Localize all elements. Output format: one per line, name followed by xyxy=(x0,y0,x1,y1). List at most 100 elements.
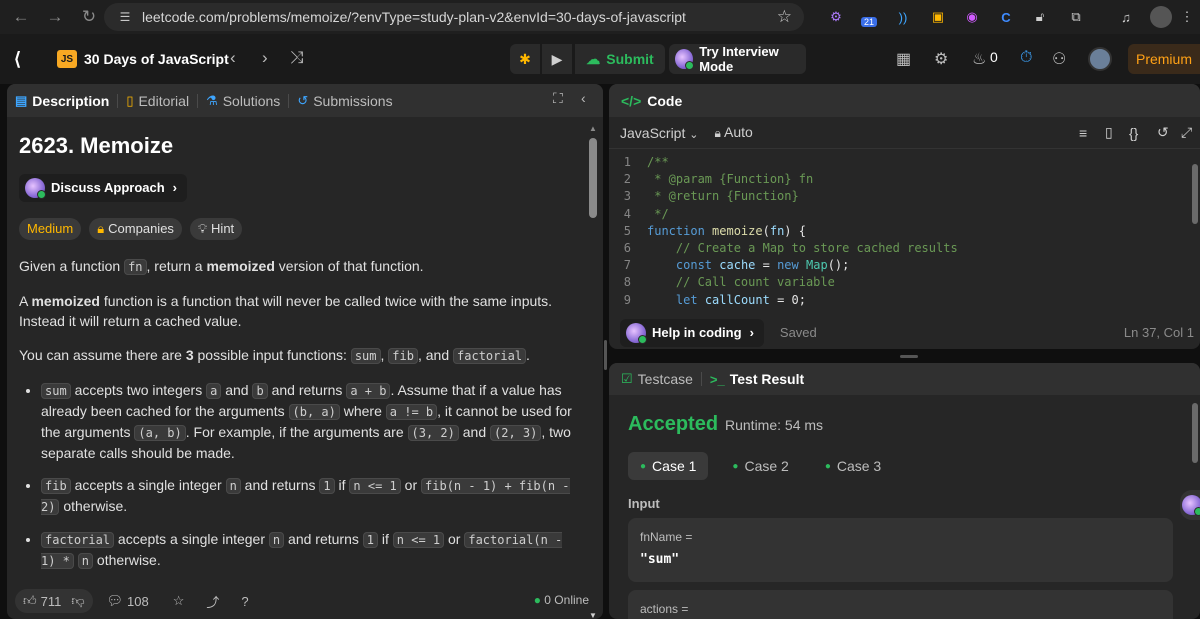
fullscreen-icon[interactable]: ⛶ xyxy=(553,90,563,107)
bookmark-star-icon[interactable]: ☆ xyxy=(777,7,792,27)
layout-grid-icon[interactable]: ▦ xyxy=(896,49,911,69)
tab-test-result[interactable]: >_ Test Result xyxy=(702,371,812,387)
case-tab[interactable]: ● Case 1 xyxy=(628,452,709,480)
hint-chip[interactable]: 💡︎ Hint xyxy=(189,218,243,240)
mode-label: Auto xyxy=(723,124,753,140)
code-line[interactable]: 6 // Create a Map to store cached result… xyxy=(609,240,1184,257)
thumbs-down-icon[interactable]: 👎︎ xyxy=(71,593,84,609)
back-icon[interactable]: ← xyxy=(8,4,34,30)
extension-lock-icon[interactable]: 🔓︎ xyxy=(1030,6,1050,28)
address-bar[interactable]: ☰ leetcode.com/problems/memoize/?envType… xyxy=(104,3,804,31)
debug-button[interactable]: ✱ xyxy=(510,44,540,74)
code-line[interactable]: 2 * @param {Function} fn xyxy=(609,171,1184,188)
code-line[interactable]: 4 */ xyxy=(609,206,1184,223)
case-tab[interactable]: ● Case 2 xyxy=(720,452,800,480)
case-tabs: ● Case 1 ● Case 2 ● Case 3 xyxy=(628,452,893,480)
add-friend-icon[interactable]: ⚇ xyxy=(1052,49,1066,69)
random-problem-icon[interactable]: ⤨ xyxy=(290,48,304,68)
code-line[interactable]: 8 // Call count variable xyxy=(609,274,1184,291)
language-label: JavaScript xyxy=(620,124,686,141)
extension-signal-icon[interactable]: )) xyxy=(893,6,913,28)
editor-scrollbar[interactable] xyxy=(1192,164,1198,224)
favorite-star-icon[interactable]: ☆ xyxy=(173,593,185,609)
bookmark-icon[interactable]: ▯ xyxy=(1105,124,1113,141)
line-number: 9 xyxy=(623,292,631,307)
settings-gear-icon[interactable]: ⚙ xyxy=(934,49,948,69)
premium-button[interactable]: Premium xyxy=(1128,44,1200,74)
floating-assistant[interactable] xyxy=(1180,490,1200,520)
course-title[interactable]: 30 Days of JavaScript xyxy=(84,51,229,67)
tab-submissions[interactable]: ↺ Submissions xyxy=(289,93,400,109)
line-text: * @return {Function} xyxy=(647,189,799,204)
media-control-icon[interactable]: ♫ xyxy=(1116,6,1136,28)
scroll-up-icon[interactable]: ▲ xyxy=(589,124,597,133)
code-editor[interactable]: 1/** 2 * @param {Function} fn 3 * @return … xyxy=(609,154,1184,309)
code-line[interactable]: 3 * @return {Function} xyxy=(609,188,1184,205)
line-number: 6 xyxy=(623,241,631,256)
problem-tags: Medium 🔒︎ Companies 💡︎ Hint xyxy=(19,218,579,240)
leetcode-logo-icon[interactable]: ⟨ xyxy=(14,49,34,69)
reload-icon[interactable]: ↻ xyxy=(76,4,102,30)
reset-icon[interactable]: ↺ xyxy=(1157,124,1169,141)
help-in-coding-button[interactable]: Help in coding › xyxy=(620,318,764,347)
extension-box-icon[interactable]: ▣ xyxy=(928,6,948,28)
streak-flame-icon[interactable]: ♨ xyxy=(972,49,986,69)
comment-icon[interactable]: 💬︎ xyxy=(107,593,124,609)
extension-circle-icon[interactable]: ◉ xyxy=(962,6,982,28)
interview-mode-button[interactable]: Try Interview Mode xyxy=(669,44,806,74)
description-scrollbar[interactable]: ▲ ▼ xyxy=(589,124,597,619)
collapse-panel-icon[interactable]: ‹ xyxy=(581,90,586,106)
code-line[interactable]: 1 /** xyxy=(609,154,1184,171)
auto-mode-toggle[interactable]: 🔒︎ Auto xyxy=(714,124,752,141)
submit-button[interactable]: ☁ Submit xyxy=(575,44,665,74)
extension-c-icon[interactable]: C xyxy=(996,6,1016,28)
pass-dot-icon: ● xyxy=(824,460,831,472)
case-tab[interactable]: ● Case 3 xyxy=(813,452,893,480)
braces-icon[interactable]: {} xyxy=(1129,125,1138,141)
format-icon[interactable]: ≡ xyxy=(1079,125,1087,141)
timer-icon[interactable]: ⏱ xyxy=(1020,49,1032,67)
field-name: actions = xyxy=(640,602,689,616)
problem-description: 2623. Memoize Discuss Approach › Medium … xyxy=(19,135,579,583)
browser-menu-icon[interactable]: ⋮ xyxy=(1180,6,1194,28)
tab-code[interactable]: Code xyxy=(647,93,682,109)
help-question-icon[interactable]: ? xyxy=(241,594,248,609)
interviewer-avatar-icon xyxy=(675,49,695,70)
discuss-label: Discuss Approach xyxy=(51,180,165,195)
scroll-thumb[interactable] xyxy=(589,138,597,218)
code-line[interactable]: 7 const cache = new Map(); xyxy=(609,257,1184,274)
case-label: Case 3 xyxy=(836,458,882,474)
language-select[interactable]: JavaScript ⌄ xyxy=(620,125,698,141)
share-icon[interactable]: ⤴ xyxy=(206,592,219,611)
horizontal-resize-handle[interactable] xyxy=(900,355,918,358)
app-header: ⟨ JS 30 Days of JavaScript ‹ › ⤨ ✱ ▶ ☁ S… xyxy=(0,34,1200,84)
forward-icon[interactable]: → xyxy=(42,4,68,30)
line-text: function memoize(fn) { xyxy=(647,223,806,238)
tab-testcase[interactable]: ☑ Testcase xyxy=(609,371,701,387)
expand-icon[interactable]: ⤢ xyxy=(1181,124,1192,141)
tab-description[interactable]: ▤ Description xyxy=(7,93,117,109)
prev-problem-icon[interactable]: ‹ xyxy=(230,48,236,68)
thumbs-up-icon[interactable]: 👍︎ xyxy=(23,593,37,609)
tab-solutions[interactable]: ⚗ Solutions xyxy=(198,93,288,109)
code-line[interactable]: 9 let callCount = 0; xyxy=(609,292,1184,309)
vertical-resize-handle[interactable] xyxy=(604,340,607,370)
tab-editorial[interactable]: ▯ Editorial xyxy=(118,93,197,109)
extension-badge-icon[interactable]: 21 xyxy=(858,6,880,28)
extensions-puzzle-icon[interactable]: ⧉ xyxy=(1066,6,1086,28)
code-line[interactable]: 5 function memoize(fn) { xyxy=(609,223,1184,240)
like-count: 711 xyxy=(40,593,62,609)
user-avatar[interactable] xyxy=(1088,47,1112,71)
result-scrollbar[interactable] xyxy=(1192,403,1198,463)
next-problem-icon[interactable]: › xyxy=(262,48,268,68)
terminal-icon: >_ xyxy=(709,371,725,387)
field-value: "sum" xyxy=(640,552,680,567)
extension-gear-icon[interactable]: ⚙ xyxy=(826,6,846,28)
run-button[interactable]: ▶ xyxy=(542,44,572,74)
browser-profile-avatar[interactable] xyxy=(1150,6,1172,28)
list-item: factorial accepts a single integer n and… xyxy=(41,529,579,571)
discuss-approach-button[interactable]: Discuss Approach › xyxy=(19,174,188,202)
site-settings-icon[interactable]: ☰ xyxy=(116,8,134,26)
companies-chip[interactable]: 🔒︎ Companies xyxy=(89,218,182,240)
play-icon: ▶ xyxy=(551,50,563,67)
